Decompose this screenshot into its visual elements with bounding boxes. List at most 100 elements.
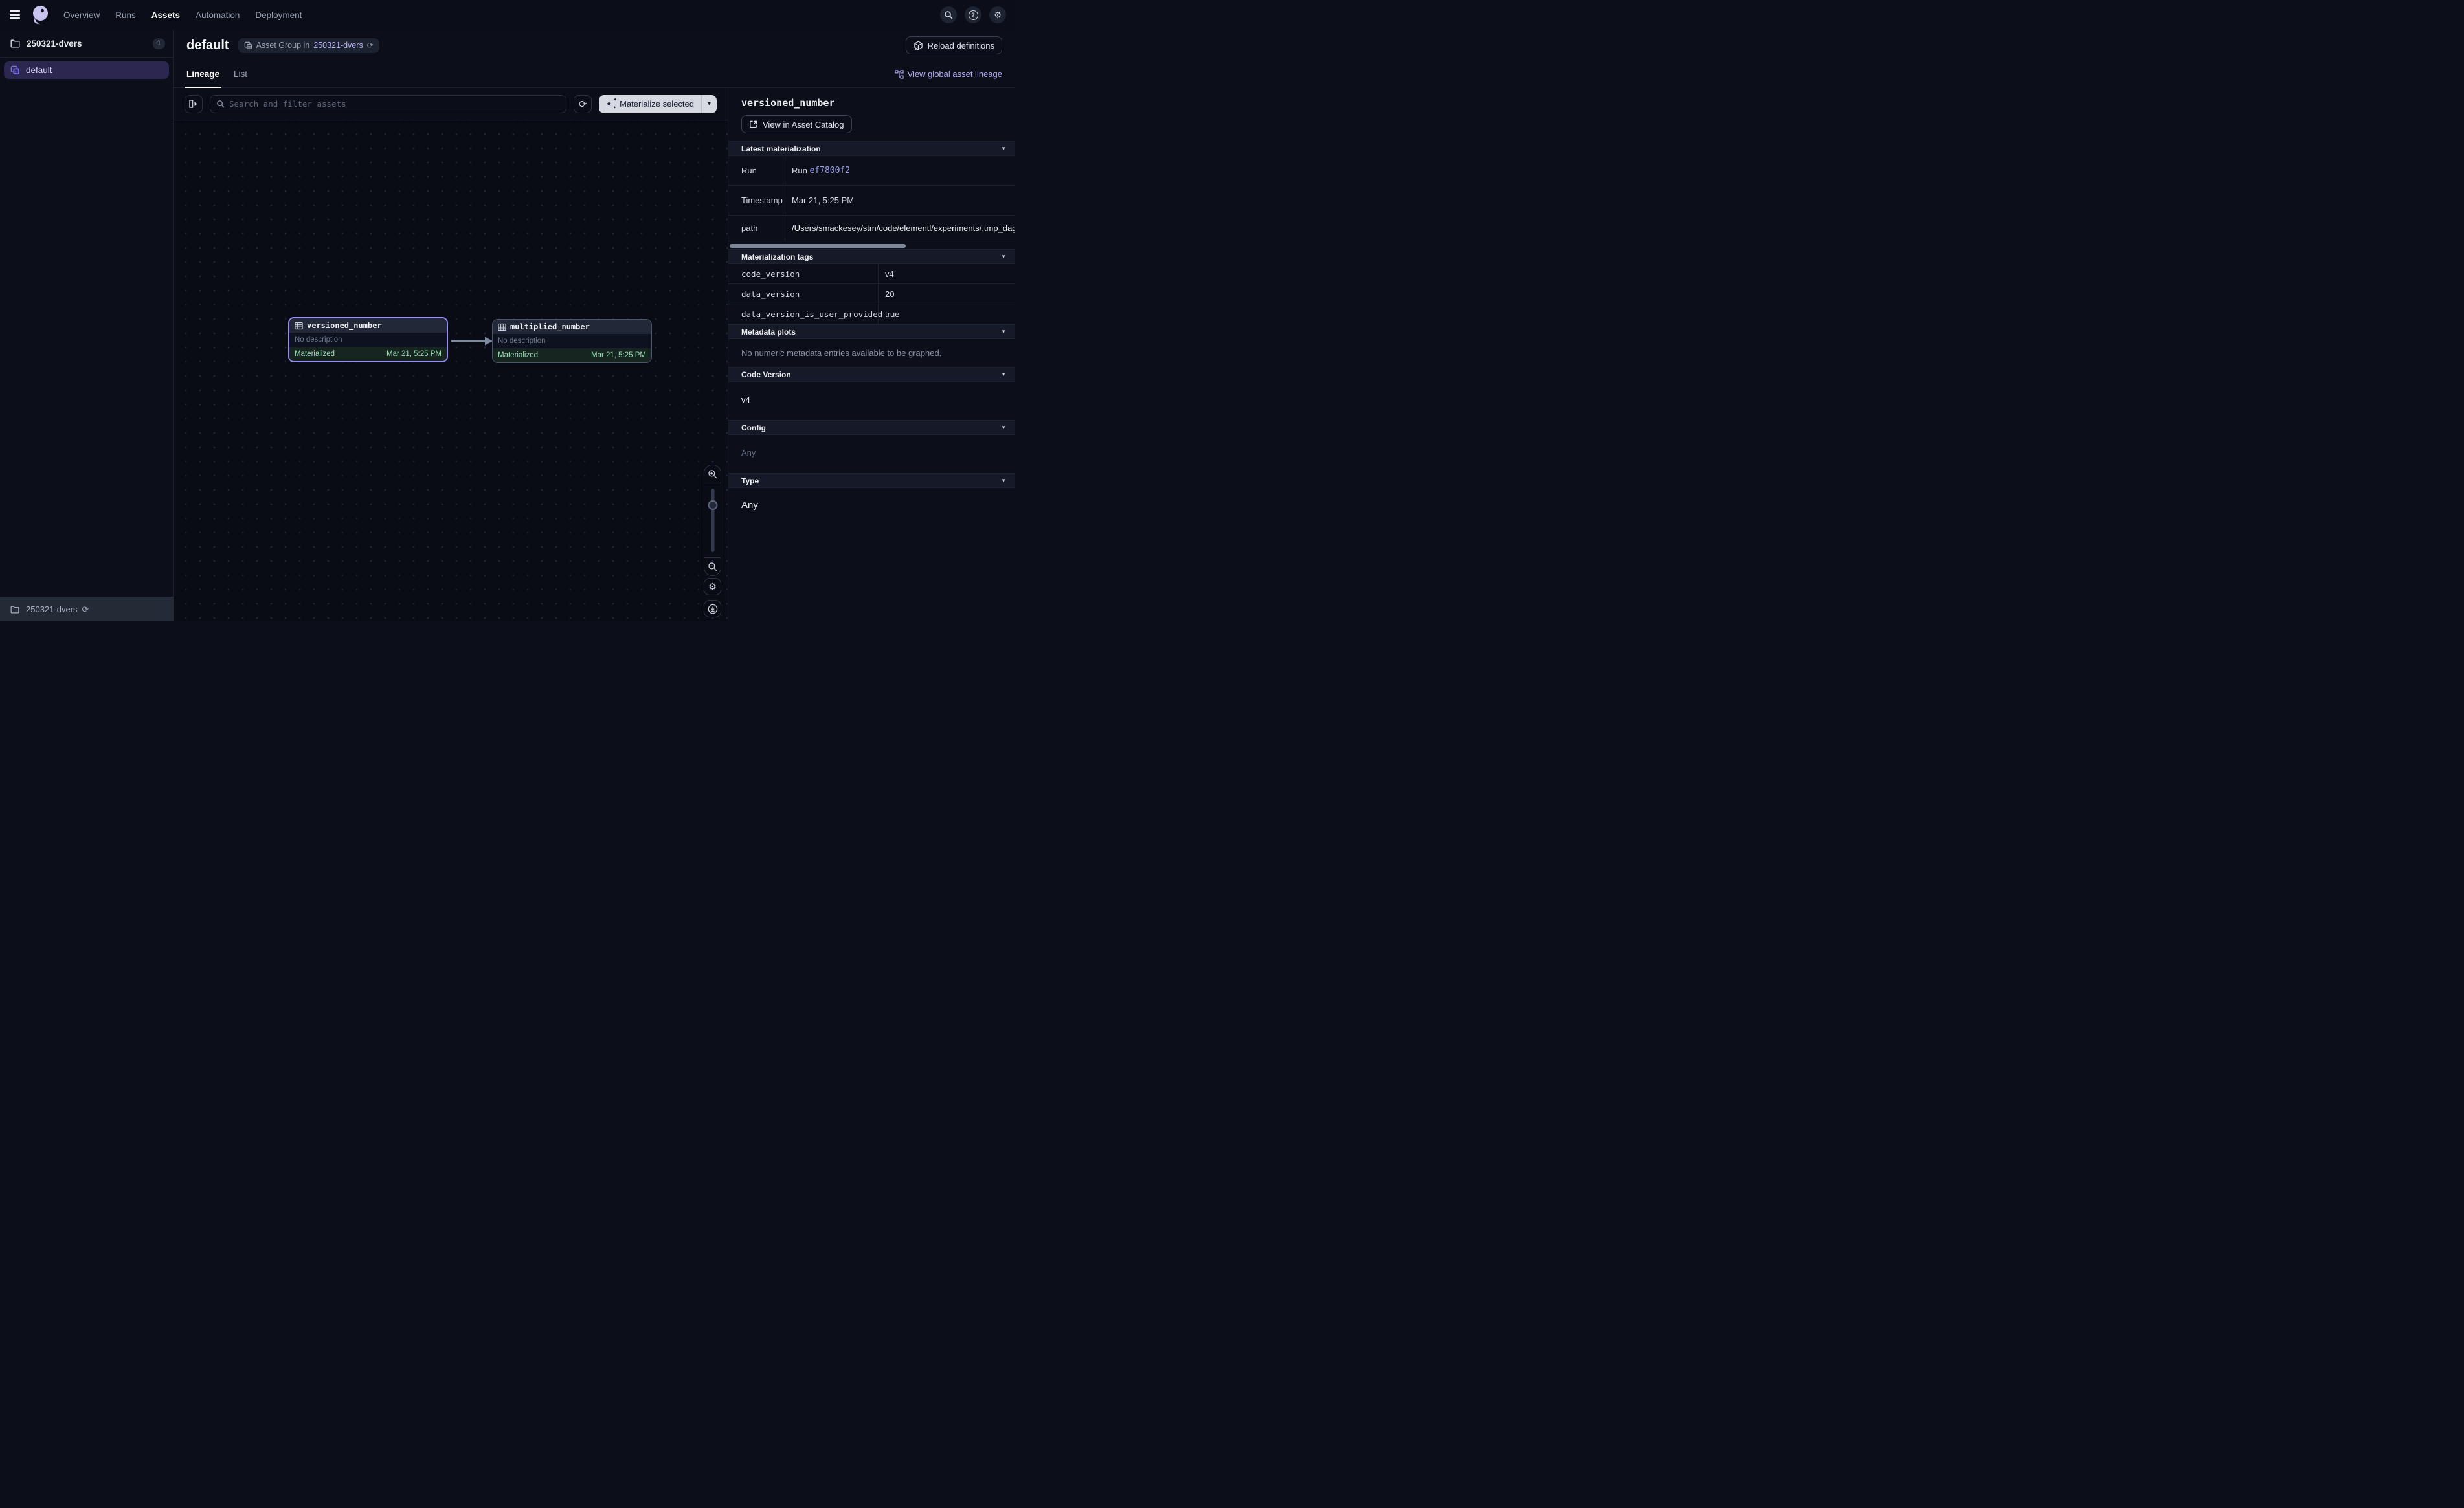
nav-items: Overview Runs Assets Automation Deployme… (63, 10, 302, 20)
nav-automation[interactable]: Automation (196, 10, 240, 20)
section-label: Materialization tags (741, 252, 813, 261)
latest-materialization-table: Run Run ef7800f2 Timestamp Mar 21, 5:25 … (728, 156, 1015, 241)
refresh-icon[interactable]: ⟳ (82, 604, 89, 615)
nav-overview[interactable]: Overview (63, 10, 100, 20)
section-latest-materialization[interactable]: Latest materialization ▼ (728, 141, 1015, 156)
chevron-down-icon: ▼ (1001, 371, 1006, 377)
section-label: Metadata plots (741, 327, 796, 337)
chevron-down-icon: ▼ (1001, 329, 1006, 335)
path-link[interactable]: /Users/smackesey/stm/code/elementl/exper… (792, 223, 1015, 233)
asset-node-body: No description (289, 333, 447, 347)
asset-node-multiplied-number[interactable]: multiplied_number No description Materia… (492, 319, 652, 363)
asset-sidebar: 250321-dvers 1 default 250321-dvers ⟳ (0, 30, 174, 621)
gear-icon: ⚙ (708, 581, 717, 592)
page-header: default Asset Group in 250321-dvers ⟳ Re… (174, 30, 1015, 61)
asset-group-icon (244, 41, 252, 50)
section-label: Type (741, 476, 759, 485)
lineage-canvas[interactable]: versioned_number No description Material… (174, 120, 728, 621)
table-row: Run Run ef7800f2 (728, 156, 1015, 186)
asset-node-description: No description (295, 336, 342, 344)
reload-definitions-button[interactable]: Reload definitions (906, 36, 1002, 54)
tab-list-label: List (234, 69, 247, 79)
gear-icon: ⚙ (994, 10, 1002, 21)
materialization-tags-table: code_version v4 data_version 20 data_ver… (728, 264, 1015, 324)
nav-deployment[interactable]: Deployment (255, 10, 302, 20)
dagster-logo[interactable] (30, 4, 52, 26)
materialize-selected-button[interactable]: ✦ ✦ ✦ Materialize selected ▾ (599, 95, 717, 113)
repo-asset-count-badge: 1 (153, 38, 165, 49)
menu-button[interactable] (0, 0, 30, 30)
sidebar-repo-row[interactable]: 250321-dvers 1 (0, 30, 173, 58)
folder-icon (10, 606, 19, 614)
asset-search-box (210, 95, 566, 113)
table-row: data_version 20 (728, 284, 1015, 304)
section-code-version[interactable]: Code Version ▼ (728, 367, 1015, 382)
search-input[interactable] (229, 99, 560, 109)
graph-settings-button[interactable]: ⚙ (704, 578, 721, 595)
help-button[interactable]: ? (965, 6, 981, 23)
scrollbar-thumb[interactable] (730, 244, 906, 248)
section-type[interactable]: Type ▼ (728, 473, 1015, 488)
asset-node-title: versioned_number (307, 321, 382, 330)
lineage-edge-arrow (450, 334, 494, 348)
search-button[interactable] (940, 6, 957, 23)
nav-assets[interactable]: Assets (151, 10, 180, 20)
reload-definitions-label: Reload definitions (928, 41, 994, 50)
nav-runs[interactable]: Runs (115, 10, 136, 20)
sidebar-item-default-group[interactable]: default (4, 61, 169, 79)
lineage-graph-icon (895, 70, 904, 79)
octopus-icon (30, 5, 51, 25)
zoom-slider-track[interactable] (711, 489, 714, 552)
row-value: v4 (879, 264, 1015, 283)
hamburger-icon (10, 10, 20, 19)
folder-icon (10, 39, 20, 48)
table-icon (295, 322, 303, 330)
tab-lineage[interactable]: Lineage (186, 61, 219, 87)
row-value: Run ef7800f2 (785, 156, 1015, 185)
table-row: Timestamp Mar 21, 5:25 PM (728, 186, 1015, 216)
sidebar-footer-repo[interactable]: 250321-dvers ⟳ (0, 597, 174, 621)
config-value: Any (728, 435, 1015, 473)
chevron-down-icon: ▼ (1001, 425, 1006, 430)
asset-node-body: No description (493, 334, 651, 348)
table-icon (498, 323, 506, 331)
row-value: /Users/smackesey/stm/code/elementl/exper… (785, 216, 1015, 241)
asset-node-header: multiplied_number (493, 320, 651, 334)
row-key: data_version_is_user_provided (728, 304, 879, 324)
materialize-dropdown-button[interactable]: ▾ (701, 95, 717, 113)
external-link-icon (749, 120, 758, 129)
chip-repo-link[interactable]: 250321-dvers (313, 41, 363, 50)
zoom-slider[interactable] (704, 483, 721, 557)
top-nav: Overview Runs Assets Automation Deployme… (0, 0, 1015, 30)
asset-group-icon (10, 65, 20, 75)
run-prefix: Run (792, 166, 809, 175)
section-label: Code Version (741, 370, 791, 379)
refresh-icon[interactable]: ⟳ (367, 41, 374, 50)
sparkles-icon: ✦ ✦ ✦ (606, 99, 616, 109)
settings-button[interactable]: ⚙ (989, 6, 1006, 23)
section-metadata-plots[interactable]: Metadata plots ▼ (728, 324, 1015, 339)
zoom-slider-knob[interactable] (708, 500, 717, 510)
zoom-out-button[interactable] (704, 557, 721, 575)
run-id-link[interactable]: ef7800f2 (809, 166, 850, 175)
table-row: path /Users/smackesey/stm/code/elementl/… (728, 216, 1015, 241)
asset-node-versioned-number[interactable]: versioned_number No description Material… (288, 317, 448, 362)
lineage-graph-panel: ⟳ ✦ ✦ ✦ Materialize selected ▾ (174, 88, 728, 621)
row-key: code_version (728, 264, 879, 283)
materialize-main[interactable]: ✦ ✦ ✦ Materialize selected (599, 99, 701, 109)
tab-list[interactable]: List (234, 61, 247, 87)
refresh-graph-button[interactable]: ⟳ (574, 95, 592, 113)
table-row: code_version v4 (728, 264, 1015, 284)
group-name: default (26, 65, 52, 75)
view-in-asset-catalog-button[interactable]: View in Asset Catalog (741, 115, 852, 133)
view-global-asset-lineage-link[interactable]: View global asset lineage (895, 69, 1002, 79)
row-value: 20 (879, 284, 1015, 304)
asset-details-panel: versioned_number View in Asset Catalog L… (728, 88, 1015, 621)
page-title: default (186, 38, 229, 53)
section-materialization-tags[interactable]: Materialization tags ▼ (728, 249, 1015, 264)
asset-group-chip[interactable]: Asset Group in 250321-dvers ⟳ (238, 38, 379, 53)
section-config[interactable]: Config ▼ (728, 420, 1015, 435)
expand-sidebar-panel-button[interactable] (185, 95, 203, 113)
download-graph-button[interactable] (704, 600, 721, 617)
zoom-in-button[interactable] (704, 465, 721, 483)
